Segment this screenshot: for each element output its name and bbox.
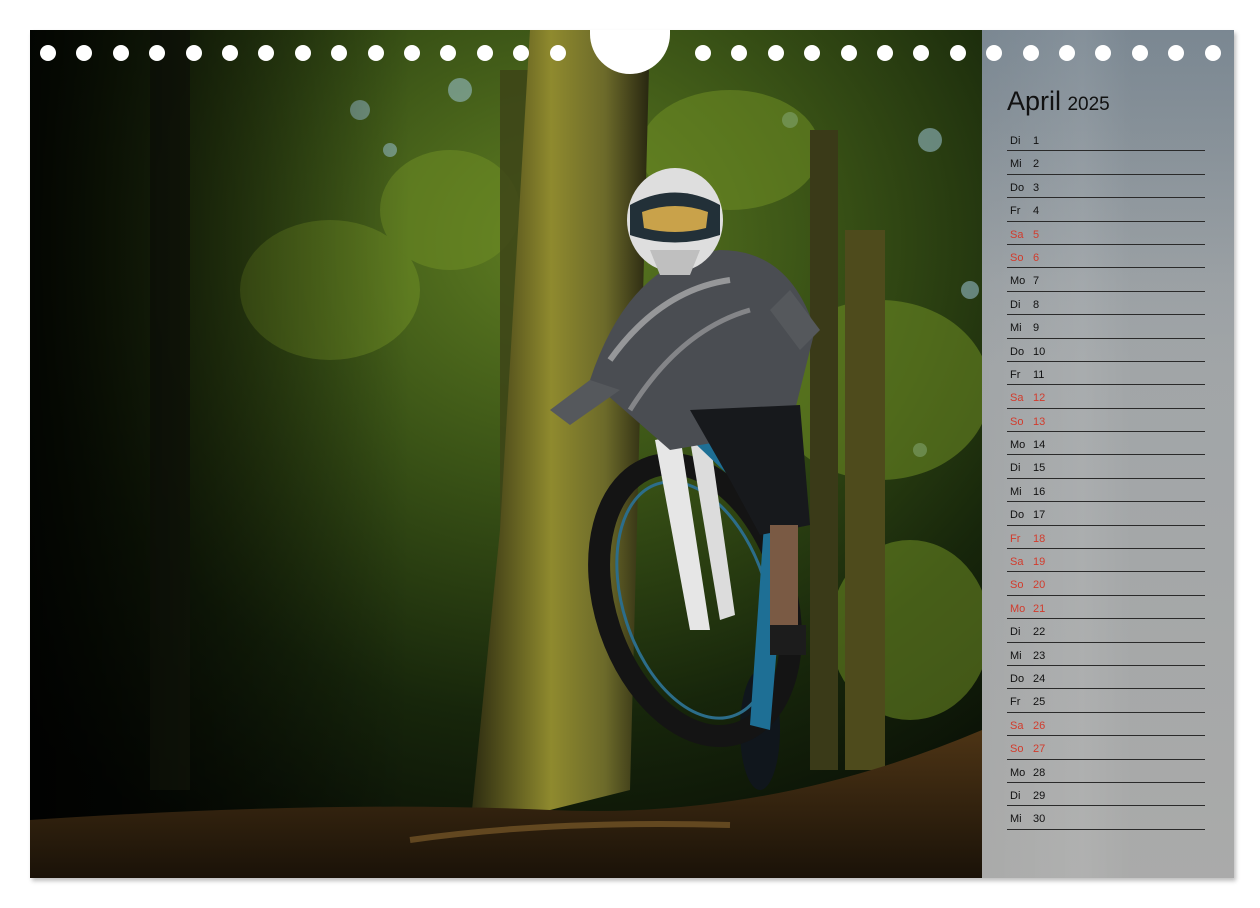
calendar-sidebar: April 2025 Di 1 Mi 2 Do 3 Fr 4 Sa 5 So 6 Mo 7 Di 8 Mi 9 Do… bbox=[982, 30, 1234, 878]
day-row: Mi 9 bbox=[1007, 315, 1205, 339]
month-year: 2025 bbox=[1067, 94, 1110, 115]
day-weekday: Do bbox=[1010, 181, 1025, 194]
day-number: 7 bbox=[1033, 275, 1040, 288]
day-row: Di 15 bbox=[1007, 455, 1205, 479]
day-weekday: Mo bbox=[1010, 439, 1026, 452]
day-weekday: Fr bbox=[1010, 696, 1021, 709]
day-row: Do 24 bbox=[1007, 666, 1205, 690]
day-weekday: Do bbox=[1010, 672, 1025, 685]
day-weekday: Fr bbox=[1010, 368, 1021, 381]
day-row: So 6 bbox=[1007, 245, 1205, 269]
calendar-page: April 2025 Di 1 Mi 2 Do 3 Fr 4 Sa 5 So 6 Mo 7 Di 8 Mi 9 Do… bbox=[30, 30, 1234, 878]
day-number: 18 bbox=[1033, 532, 1046, 545]
day-row: Do 3 bbox=[1007, 175, 1205, 199]
day-weekday: Fr bbox=[1010, 205, 1021, 218]
day-row: Sa 19 bbox=[1007, 549, 1205, 573]
day-number: 26 bbox=[1033, 719, 1046, 732]
day-number: 10 bbox=[1033, 345, 1046, 358]
day-number: 22 bbox=[1033, 626, 1046, 639]
day-weekday: So bbox=[1010, 251, 1024, 264]
day-row: Fr 11 bbox=[1007, 362, 1205, 386]
day-weekday: Di bbox=[1010, 789, 1021, 802]
day-row: Di 29 bbox=[1007, 783, 1205, 807]
day-number: 27 bbox=[1033, 743, 1046, 756]
day-row: Do 17 bbox=[1007, 502, 1205, 526]
day-weekday: So bbox=[1010, 579, 1024, 592]
day-row: Sa 12 bbox=[1007, 385, 1205, 409]
day-number: 12 bbox=[1033, 392, 1046, 405]
day-row: Do 10 bbox=[1007, 339, 1205, 362]
day-number: 15 bbox=[1033, 462, 1046, 475]
day-weekday: Sa bbox=[1010, 556, 1024, 569]
day-row: Mi 23 bbox=[1007, 643, 1205, 666]
day-row: Fr 4 bbox=[1007, 198, 1205, 222]
day-number: 19 bbox=[1033, 556, 1046, 569]
day-weekday: Do bbox=[1010, 509, 1025, 522]
day-row: Di 8 bbox=[1007, 292, 1205, 316]
day-weekday: Mi bbox=[1010, 649, 1022, 662]
day-weekday: Mi bbox=[1010, 813, 1022, 826]
day-number: 5 bbox=[1033, 228, 1040, 241]
day-weekday: Mo bbox=[1010, 602, 1026, 615]
day-weekday: Do bbox=[1010, 345, 1025, 358]
day-number: 17 bbox=[1033, 509, 1046, 522]
day-weekday: So bbox=[1010, 415, 1024, 428]
day-row: Mo 14 bbox=[1007, 432, 1205, 456]
day-number: 11 bbox=[1033, 368, 1045, 381]
day-weekday: Di bbox=[1010, 462, 1021, 475]
day-row: Di 22 bbox=[1007, 619, 1205, 643]
day-row: Mi 16 bbox=[1007, 479, 1205, 503]
day-row: So 27 bbox=[1007, 736, 1205, 760]
day-weekday: Fr bbox=[1010, 532, 1021, 545]
day-weekday: Mi bbox=[1010, 158, 1022, 171]
day-weekday: Mi bbox=[1010, 322, 1022, 335]
month-title: April 2025 bbox=[1007, 86, 1110, 117]
day-number: 25 bbox=[1033, 696, 1046, 709]
day-number: 16 bbox=[1033, 485, 1046, 498]
mountain-bike-photo bbox=[30, 30, 982, 878]
day-number: 30 bbox=[1033, 813, 1046, 826]
day-weekday: Mo bbox=[1010, 275, 1026, 288]
day-weekday: Mo bbox=[1010, 766, 1026, 779]
day-weekday: Mi bbox=[1010, 485, 1022, 498]
day-weekday: Di bbox=[1010, 626, 1021, 639]
day-row: Di 1 bbox=[1007, 128, 1205, 152]
day-number: 3 bbox=[1033, 181, 1040, 194]
day-number: 21 bbox=[1033, 602, 1046, 615]
day-row: Mo 7 bbox=[1007, 268, 1205, 292]
day-number: 23 bbox=[1033, 649, 1046, 662]
day-weekday: Sa bbox=[1010, 392, 1024, 405]
day-row: Mo 21 bbox=[1007, 596, 1205, 620]
day-number: 4 bbox=[1033, 205, 1040, 218]
day-weekday: Di bbox=[1010, 135, 1021, 147]
day-weekday: So bbox=[1010, 743, 1024, 756]
day-number: 8 bbox=[1033, 298, 1040, 311]
day-row: So 20 bbox=[1007, 572, 1205, 596]
day-row: Sa 26 bbox=[1007, 713, 1205, 737]
day-number: 20 bbox=[1033, 579, 1046, 592]
day-weekday: Di bbox=[1010, 298, 1021, 311]
day-number: 14 bbox=[1033, 439, 1046, 452]
day-number: 6 bbox=[1033, 251, 1040, 264]
day-number: 9 bbox=[1033, 322, 1040, 335]
day-row: So 13 bbox=[1007, 409, 1205, 433]
day-number: 1 bbox=[1033, 135, 1040, 147]
day-number: 13 bbox=[1033, 415, 1046, 428]
day-list: Di 1 Mi 2 Do 3 Fr 4 Sa 5 So 6 Mo 7 Di 8 Mi 9 Do 10 Fr 11 Sa 12 S… bbox=[1007, 128, 1205, 830]
day-row: Fr 18 bbox=[1007, 526, 1205, 550]
day-weekday: Sa bbox=[1010, 719, 1024, 732]
day-number: 2 bbox=[1033, 158, 1040, 171]
day-number: 24 bbox=[1033, 672, 1046, 685]
month-name: April bbox=[1007, 86, 1062, 116]
day-row: Sa 5 bbox=[1007, 222, 1205, 245]
day-row: Mo 28 bbox=[1007, 760, 1205, 783]
day-row: Mi 2 bbox=[1007, 151, 1205, 175]
day-number: 29 bbox=[1033, 789, 1046, 802]
day-row: Mi 30 bbox=[1007, 806, 1205, 830]
day-row: Fr 25 bbox=[1007, 689, 1205, 713]
day-weekday: Sa bbox=[1010, 228, 1024, 241]
day-number: 28 bbox=[1033, 766, 1046, 779]
